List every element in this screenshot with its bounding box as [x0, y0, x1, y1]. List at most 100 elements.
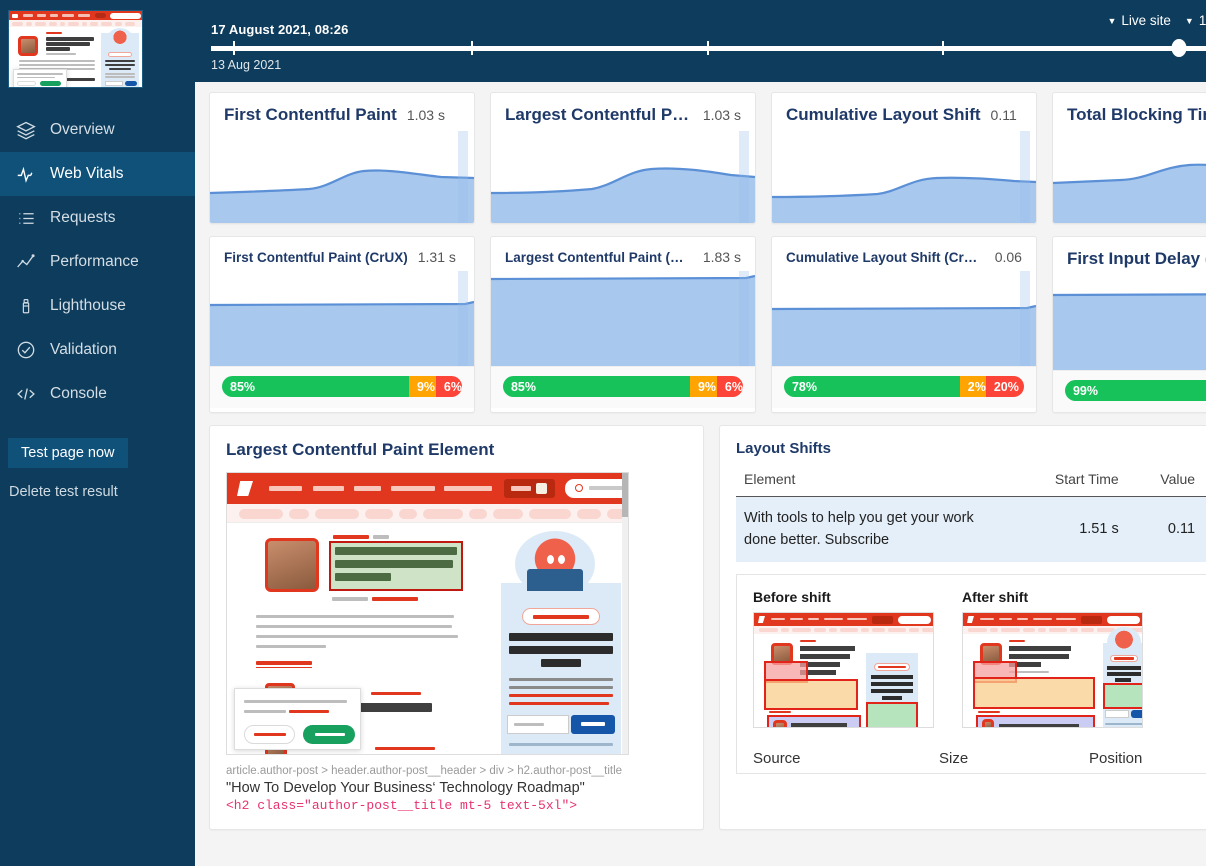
metric-card-lcp-crux[interactable]: Largest Contentful Paint (Cr… 1.83 s 85%: [489, 236, 756, 413]
range-from-label: 13 Aug: [1198, 13, 1206, 28]
chevron-down-icon: ▼: [1107, 16, 1117, 26]
current-period-band: [738, 131, 749, 223]
crux-good-segment: 99%: [1064, 380, 1206, 401]
sidebar-item-label: Performance: [50, 253, 139, 270]
panel-title: Layout Shifts: [736, 440, 832, 457]
cell-value: 0.11: [1126, 496, 1204, 562]
time-slider[interactable]: [211, 39, 1206, 57]
crux-poor-segment: 20%: [985, 376, 1024, 397]
crux-distribution: 78% 2% 20%: [771, 366, 1036, 408]
metric-card-cls[interactable]: Cumulative Layout Shift 0.11: [770, 92, 1037, 224]
crux-poor-segment: 6%: [435, 376, 462, 397]
metric-title: Largest Contentful Paint (Cr…: [504, 250, 693, 265]
crux-needs-improvement-segment: 2%: [959, 376, 986, 397]
list-icon: [14, 206, 38, 230]
date-range-dropdown[interactable]: ▼ 13 Aug → 17 Aug: [1185, 13, 1206, 28]
metric-value: 0.06: [994, 249, 1022, 265]
pulse-icon: [14, 162, 38, 186]
metric-sparkline: [210, 131, 474, 223]
sidebar-item-console[interactable]: Console: [0, 372, 195, 416]
crux-stacked-bar: 78% 2% 20%: [783, 376, 1024, 397]
sidebar-item-label: Lighthouse: [50, 297, 126, 314]
metric-value: 1.03 s: [702, 107, 741, 123]
metric-value: 1.31 s: [417, 249, 456, 265]
current-period-band: [738, 271, 749, 366]
sidebar-item-validation[interactable]: Validation: [0, 328, 195, 372]
column-header-element: Element: [736, 467, 1007, 497]
metrics-row-1: First Contentful Paint 1.03 s Largest Co…: [209, 92, 1206, 224]
crux-stacked-bar: 85% 9% 6%: [502, 376, 743, 397]
sidebar-item-label: Overview: [50, 121, 115, 138]
metric-title: Total Blocking Time: [1066, 105, 1206, 124]
before-shift-column: Before shift: [753, 589, 934, 728]
column-header-value: Value: [1126, 467, 1204, 497]
lcp-element-panel: Largest Contentful Paint Element article…: [209, 425, 704, 830]
sidebar: Overview Web Vitals Requests Performance: [0, 0, 195, 866]
metric-card-fid-crux[interactable]: First Input Delay (CrUX) 3 ms 99%: [1051, 236, 1206, 413]
shift-comparison-box: Before shift After shift Source Size Pos…: [736, 573, 1206, 774]
crux-good-segment: 85%: [222, 376, 409, 397]
cell-element: With tools to help you get your work don…: [736, 496, 1007, 562]
column-header-size: Size: [939, 749, 969, 767]
app-root: Overview Web Vitals Requests Performance: [0, 0, 1206, 866]
sidebar-item-requests[interactable]: Requests: [0, 196, 195, 240]
metric-card-cls-crux[interactable]: Cumulative Layout Shift (CrUX) 0.06 78%: [770, 236, 1037, 413]
lcp-screenshot[interactable]: [226, 472, 629, 755]
metric-sparkline: [490, 131, 755, 223]
shift-source-headers: Source Size Position: [753, 750, 1206, 767]
metric-card-tbt[interactable]: Total Blocking Time 298 ms: [1051, 92, 1206, 224]
metric-card-fcp[interactable]: First Contentful Paint 1.03 s: [209, 92, 475, 224]
topbar: 17 August 2021, 08:26 ▼ Live site ▼ 13 A…: [195, 0, 1206, 82]
layout-shifts-table: Element Start Time Value Change With too…: [736, 467, 1206, 562]
sidebar-item-performance[interactable]: Performance: [0, 240, 195, 284]
metric-sparkline: [1052, 131, 1206, 223]
after-shift-screenshot[interactable]: [962, 611, 1143, 728]
time-slider-thumb[interactable]: [1171, 39, 1187, 57]
metric-sparkline: [771, 131, 1036, 223]
sidebar-item-web-vitals[interactable]: Web Vitals: [0, 152, 195, 196]
sidebar-item-label: Web Vitals: [50, 165, 124, 182]
main-area: 17 August 2021, 08:26 ▼ Live site ▼ 13 A…: [195, 0, 1206, 866]
crux-needs-improvement-segment: 9%: [689, 376, 717, 397]
cell-start-time: 1.51 s: [1006, 496, 1127, 562]
lcp-selector-path: article.author-post > header.author-post…: [226, 765, 623, 777]
slider-tick: [707, 41, 709, 55]
table-row[interactable]: With tools to help you get your work don…: [736, 496, 1206, 562]
chevron-down-icon: ▼: [1184, 16, 1194, 26]
table-header-row: Element Start Time Value Change: [736, 467, 1206, 497]
metric-title: First Contentful Paint (CrUX): [224, 250, 408, 265]
lcp-element-html: <h2 class="author-post__title mt-5 text-…: [226, 798, 578, 813]
crux-stacked-bar: 85% 9% 6%: [222, 376, 462, 397]
screenshot-scrollbar[interactable]: [622, 473, 628, 754]
metric-card-fcp-crux[interactable]: First Contentful Paint (CrUX) 1.31 s 85%: [209, 236, 475, 413]
metric-card-lcp[interactable]: Largest Contentful Paint 1.03 s: [489, 92, 756, 224]
after-shift-column: After shift: [962, 589, 1143, 728]
metric-title: Cumulative Layout Shift: [785, 105, 981, 124]
metric-sparkline: [1052, 275, 1206, 370]
layout-shifts-panel: Layout Shifts Element Start Time Value C…: [719, 425, 1206, 830]
live-site-dropdown[interactable]: ▼ Live site: [1107, 13, 1170, 28]
before-shift-screenshot[interactable]: [753, 611, 934, 728]
sidebar-nav: Overview Web Vitals Requests Performance: [0, 108, 195, 416]
site-screenshot-thumbnail[interactable]: [8, 10, 143, 88]
slider-start-label: 13 Aug 2021: [211, 58, 282, 72]
content-area: First Contentful Paint 1.03 s Largest Co…: [195, 82, 1206, 866]
layers-icon: [14, 118, 38, 142]
column-header-start-time: Start Time: [1006, 467, 1127, 497]
live-site-label: Live site: [1121, 13, 1171, 28]
run-timestamp: 17 August 2021, 08:26: [211, 22, 349, 37]
metric-value: 1.83 s: [702, 249, 741, 265]
sidebar-actions: Test page now Delete test result: [0, 438, 195, 500]
sidebar-item-lighthouse[interactable]: Lighthouse: [0, 284, 195, 328]
metric-value: 0.11: [990, 107, 1017, 123]
metrics-row-2: First Contentful Paint (CrUX) 1.31 s 85%: [209, 236, 1206, 413]
metric-title: First Contentful Paint: [224, 105, 397, 124]
crux-good-segment: 78%: [783, 376, 960, 397]
detail-panels: Largest Contentful Paint Element article…: [209, 425, 1206, 830]
sidebar-item-overview[interactable]: Overview: [0, 108, 195, 152]
lighthouse-icon: [14, 294, 38, 318]
site-thumbnail-wrap[interactable]: [0, 0, 195, 88]
test-page-now-button[interactable]: Test page now: [8, 438, 128, 468]
delete-test-result-link[interactable]: Delete test result: [8, 484, 195, 500]
code-icon: [14, 382, 38, 406]
